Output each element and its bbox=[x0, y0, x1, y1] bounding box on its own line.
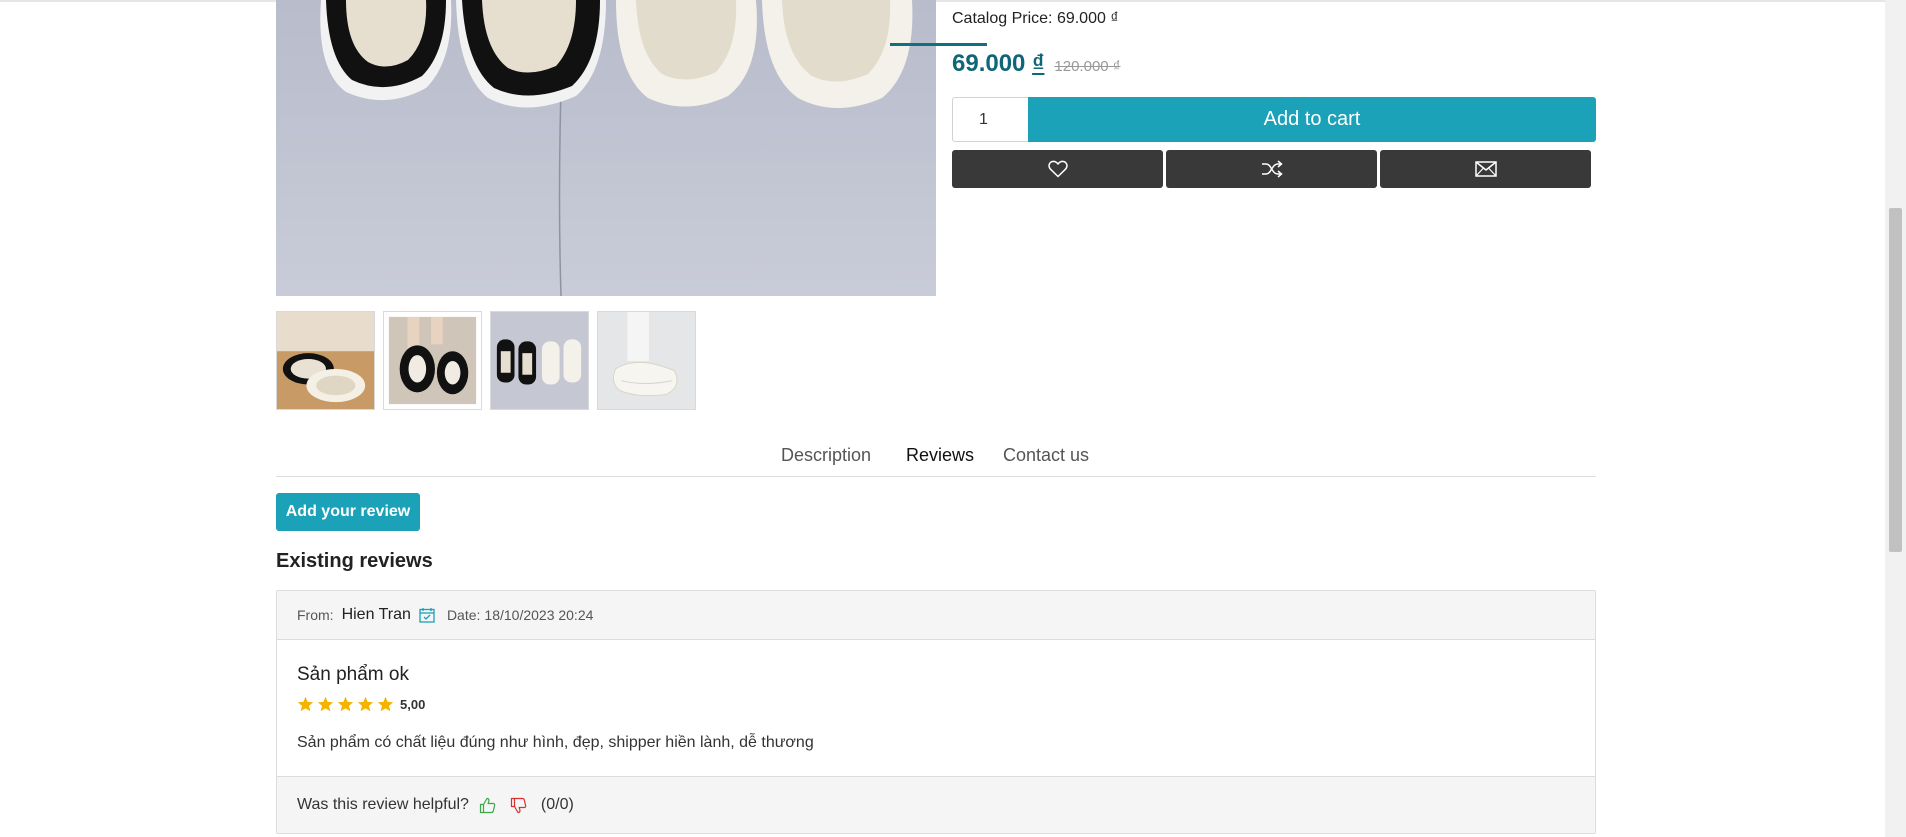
thumbnail-strip bbox=[276, 311, 696, 410]
product-tabs: Description Reviews Contact us bbox=[276, 431, 1596, 477]
old-price: 120.000 ₫ bbox=[1054, 58, 1121, 75]
tab-description[interactable]: Description bbox=[781, 445, 871, 466]
envelope-icon bbox=[1474, 161, 1497, 177]
thumbnail-1[interactable] bbox=[276, 311, 375, 410]
review-body: Sản phẩm ok 5,00 Sản phẩm có chất liệu đ… bbox=[277, 640, 1595, 777]
shuffle-icon bbox=[1261, 160, 1283, 178]
compare-button[interactable] bbox=[1166, 150, 1377, 188]
thumbnail-4[interactable] bbox=[597, 311, 696, 410]
vertical-scrollbar[interactable] bbox=[1885, 0, 1906, 837]
tab-contact-us[interactable]: Contact us bbox=[1003, 445, 1089, 466]
thumbs-down-icon[interactable] bbox=[510, 797, 527, 814]
product-actions bbox=[952, 150, 1591, 188]
star-icon bbox=[317, 696, 334, 712]
add-review-button[interactable]: Add your review bbox=[276, 493, 420, 531]
star-icon bbox=[357, 696, 374, 712]
tab-reviews[interactable]: Reviews bbox=[906, 445, 974, 466]
add-to-cart-button[interactable]: Add to cart bbox=[1028, 97, 1596, 142]
add-to-wishlist-button[interactable] bbox=[952, 150, 1163, 188]
review-helpfulness: Was this review helpful? (0/0) bbox=[277, 777, 1595, 833]
thumbnail-2[interactable] bbox=[383, 311, 482, 410]
thumbnail-image bbox=[598, 312, 695, 409]
current-price: 69.000 ₫ bbox=[952, 50, 1044, 78]
thumbnail-image bbox=[277, 312, 374, 409]
review-card: From: Hien Tran Date: 18/10/2023 20:24 S… bbox=[276, 590, 1596, 834]
calendar-check-icon bbox=[419, 607, 435, 623]
active-tab-indicator bbox=[890, 43, 987, 46]
thumbnail-3[interactable] bbox=[490, 311, 589, 410]
thumbnail-image bbox=[491, 312, 588, 409]
scrollbar-thumb[interactable] bbox=[1889, 208, 1902, 552]
review-rating: 5,00 bbox=[297, 696, 1575, 712]
from-label: From: bbox=[297, 607, 334, 623]
star-icon bbox=[297, 696, 314, 712]
review-header: From: Hien Tran Date: 18/10/2023 20:24 bbox=[277, 591, 1595, 640]
review-date: 18/10/2023 20:24 bbox=[484, 607, 594, 623]
review-author[interactable]: Hien Tran bbox=[342, 606, 411, 624]
email-friend-button[interactable] bbox=[1380, 150, 1591, 188]
review-title: Sản phẩm ok bbox=[297, 664, 409, 685]
thumbs-up-icon[interactable] bbox=[479, 797, 496, 814]
product-main-image[interactable] bbox=[276, 0, 936, 296]
heart-icon bbox=[1047, 160, 1068, 178]
price-row: 69.000 ₫ 120.000 ₫ bbox=[952, 50, 1121, 78]
current-price-value: 69.000 bbox=[952, 50, 1026, 77]
rating-stars bbox=[297, 696, 394, 712]
star-icon bbox=[377, 696, 394, 712]
review-text: Sản phẩm có chất liệu đúng như hình, đẹp… bbox=[297, 734, 814, 751]
helpful-label: Was this review helpful? bbox=[297, 796, 469, 813]
quantity-input[interactable] bbox=[952, 97, 1028, 142]
existing-reviews-heading: Existing reviews bbox=[276, 550, 433, 572]
helpful-count: (0/0) bbox=[540, 796, 574, 813]
thumbnail-image bbox=[384, 312, 481, 409]
star-icon bbox=[337, 696, 354, 712]
date-label: Date: bbox=[446, 607, 481, 623]
product-photo-sandals bbox=[276, 0, 936, 296]
currency-symbol: ₫ bbox=[1032, 50, 1045, 77]
rating-value: 5,00 bbox=[400, 696, 426, 712]
catalog-price: Catalog Price: 69.000 ₫ bbox=[952, 10, 1119, 27]
